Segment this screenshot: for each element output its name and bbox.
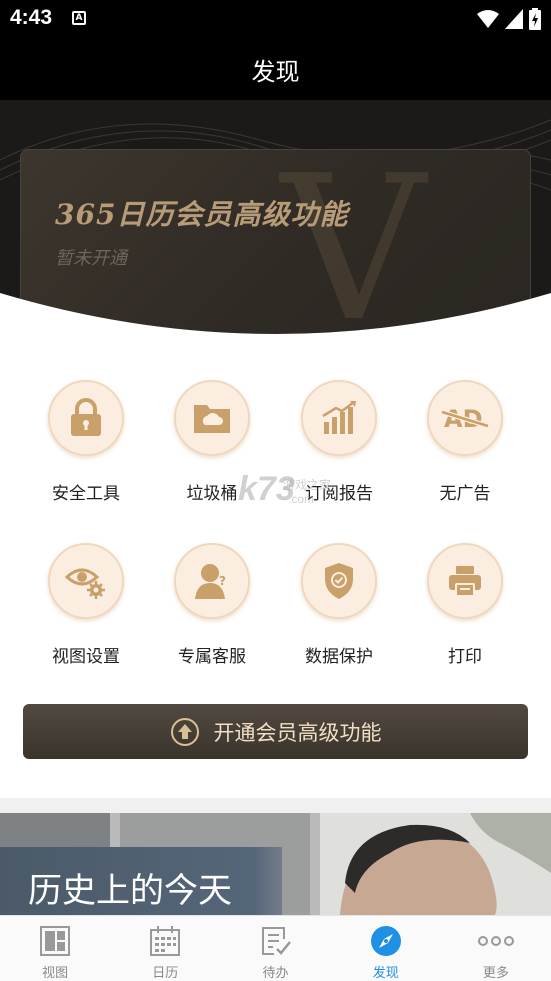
- calendar-icon: [150, 926, 181, 956]
- tab-label: 更多: [482, 966, 509, 981]
- todo-icon: [261, 927, 291, 955]
- section-divider: [0, 798, 551, 813]
- feature-icon-circle: [427, 543, 503, 619]
- upgrade-member-button[interactable]: 开通会员高级功能: [23, 704, 528, 759]
- feature-no-ads[interactable]: AD 无广告: [402, 380, 528, 504]
- feature-label: 无广告: [439, 484, 491, 504]
- history-banner[interactable]: 历史上的今天: [0, 813, 551, 915]
- feature-label: 数据保护: [305, 647, 373, 667]
- shield-check-icon: [325, 563, 353, 599]
- hero-section: V 365日历会员高级功能 暂未开通: [0, 100, 551, 350]
- tab-more[interactable]: 更多: [441, 916, 551, 981]
- battery-icon: [529, 8, 541, 30]
- app-header: 发现: [0, 38, 551, 100]
- upgrade-button-label: 开通会员高级功能: [213, 720, 382, 745]
- feature-label: 打印: [448, 647, 482, 667]
- feature-icon-circle: [48, 543, 124, 619]
- eye-settings-icon: [65, 568, 105, 599]
- feature-data-protection[interactable]: 数据保护: [276, 543, 402, 667]
- feature-icon-circle: [301, 380, 377, 456]
- upload-circle-icon: [170, 717, 199, 746]
- feature-view-settings[interactable]: 视图设置: [23, 543, 149, 667]
- status-bar: 4:43 A: [0, 0, 551, 38]
- tab-label: 待办: [262, 966, 289, 981]
- feature-security-tools[interactable]: 安全工具: [23, 380, 149, 504]
- more-dots-icon: [477, 936, 514, 946]
- hero-curve: [0, 293, 551, 350]
- bar-chart-icon: [322, 401, 356, 434]
- feature-icon-circle: [48, 380, 124, 456]
- tab-calendar[interactable]: 日历: [110, 916, 220, 981]
- feature-print[interactable]: 打印: [402, 543, 528, 667]
- status-time: 4:43: [10, 6, 53, 29]
- customer-service-icon: ?: [195, 564, 226, 599]
- grid-view-icon: [40, 926, 71, 956]
- no-ad-icon: AD: [441, 405, 489, 433]
- status-icons: [477, 8, 541, 30]
- page-title: 发现: [251, 58, 300, 86]
- feature-icon-circle: AD: [427, 380, 503, 456]
- compass-icon: [370, 926, 401, 956]
- member-status: 暂未开通: [55, 248, 127, 269]
- lock-icon: [71, 398, 101, 436]
- tab-label: 发现: [372, 966, 399, 981]
- feature-label: 安全工具: [52, 484, 120, 504]
- member-card-title: 365日历会员高级功能: [55, 198, 349, 231]
- site-watermark: k73 游戏之家 .com: [238, 470, 331, 509]
- feature-icon-circle: [301, 543, 377, 619]
- watermark-sub: 游戏之家: [283, 478, 332, 492]
- wifi-icon: [477, 10, 499, 28]
- tab-todo[interactable]: 待办: [220, 916, 330, 981]
- feature-label: 专属客服: [178, 647, 246, 667]
- feature-icon-circle: ?: [174, 543, 250, 619]
- feature-label: 视图设置: [52, 647, 120, 667]
- tab-discover[interactable]: 发现: [331, 916, 441, 981]
- tab-label: 视图: [42, 966, 69, 981]
- svg-text:?: ?: [219, 574, 226, 588]
- bottom-tab-bar: 视图 日历 待办 发现 更多: [0, 915, 551, 981]
- notification-badge: A: [72, 11, 86, 25]
- watermark-domain: .com: [288, 492, 315, 506]
- signal-icon: [505, 9, 523, 29]
- folder-cloud-icon: [194, 405, 230, 433]
- tab-view[interactable]: 视图: [0, 916, 110, 981]
- feature-icon-circle: [174, 380, 250, 456]
- history-title: 历史上的今天: [28, 871, 232, 911]
- printer-icon: [449, 566, 481, 597]
- tab-label: 日历: [152, 966, 179, 981]
- feature-customer-service[interactable]: ? 专属客服: [149, 543, 275, 667]
